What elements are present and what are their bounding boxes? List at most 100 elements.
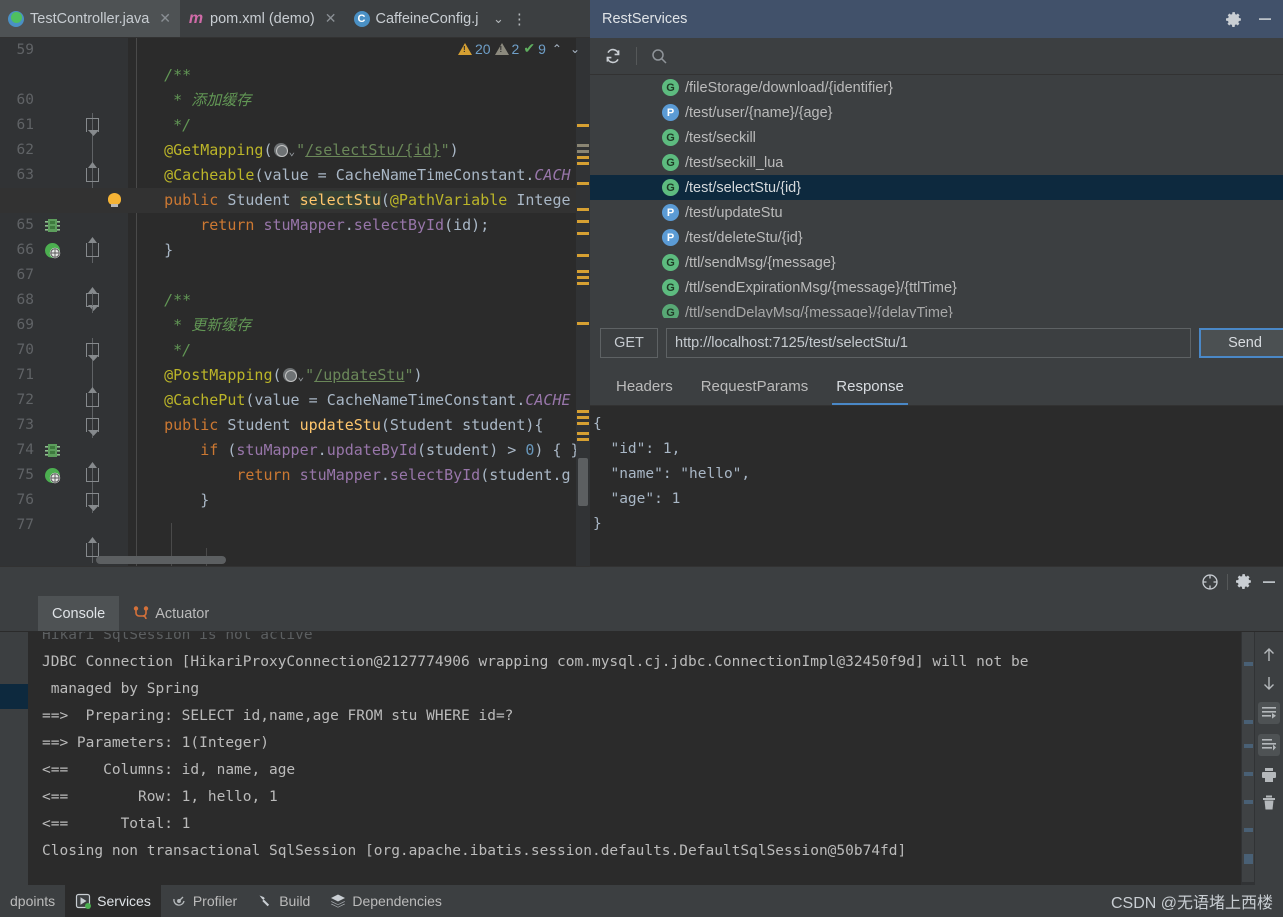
chevron-up-icon[interactable]: ⌃: [550, 42, 564, 56]
list-item[interactable]: G /ttl/sendMsg/{message}: [590, 250, 1283, 275]
code-line[interactable]: 71 */: [0, 338, 590, 363]
minimize-icon[interactable]: [1257, 11, 1273, 27]
list-item[interactable]: P /test/user/{name}/{age}: [590, 100, 1283, 125]
code-line[interactable]: 60 /**: [0, 63, 590, 88]
services-run-icon: [75, 893, 91, 909]
java-class-icon: [354, 11, 370, 27]
console-line: JDBC Connection [HikariProxyConnection@2…: [42, 654, 1028, 670]
minimize-icon[interactable]: [1261, 574, 1277, 590]
code-lines[interactable]: private StuMapper stuMapper; 59 60 /** 6…: [0, 38, 590, 566]
list-item[interactable]: P /test/updateStu: [590, 200, 1283, 225]
list-item[interactable]: P /test/deleteStu/{id}: [590, 225, 1283, 250]
web-mapping-icon[interactable]: [44, 192, 61, 209]
code-line[interactable]: 75 if (stuMapper.updateById(student) > 0…: [0, 438, 590, 463]
http-method-select[interactable]: GET: [600, 328, 658, 358]
code-line[interactable]: 72 @PostMapping(⌄"/updateStu"): [0, 363, 590, 388]
tab-requestparams[interactable]: RequestParams: [687, 368, 823, 405]
web-mapping-icon[interactable]: [44, 417, 61, 434]
editor-marker-strip[interactable]: [576, 38, 590, 566]
rest-services-list[interactable]: G /fileStorage/download/{identifier} P /…: [590, 75, 1283, 318]
code-line[interactable]: 74 public Student updateStu(Student stud…: [0, 413, 590, 438]
console-log[interactable]: Hikari SqlSession is not active JDBC Con…: [42, 632, 1241, 865]
code-line[interactable]: 67 }: [0, 238, 590, 263]
editor-horizontal-scrollbar[interactable]: [96, 556, 226, 564]
checkmark-icon: ✔: [523, 40, 535, 57]
post-method-badge: P: [662, 104, 679, 121]
trash-icon[interactable]: [1260, 794, 1278, 812]
close-icon[interactable]: ✕: [159, 10, 171, 27]
tab-console[interactable]: Console: [38, 596, 119, 631]
scroll-to-end-icon[interactable]: [1258, 734, 1280, 756]
code-line[interactable]: 63 @GetMapping(⌄"/selectStu/{id}"): [0, 138, 590, 163]
intention-bulb-icon[interactable]: [107, 193, 122, 208]
editor-tab-caffeineconfig[interactable]: CaffeineConfig.j: [346, 0, 488, 37]
get-method-badge: G: [662, 254, 679, 271]
send-button[interactable]: Send: [1199, 328, 1283, 358]
scroll-up-icon[interactable]: [1260, 646, 1278, 664]
refresh-icon[interactable]: [598, 47, 628, 65]
close-icon[interactable]: ✕: [325, 10, 337, 27]
code-line[interactable]: 66 return stuMapper.selectById(id);: [0, 213, 590, 238]
statusbar-tab-services[interactable]: Services: [65, 885, 161, 917]
code-line[interactable]: 61 * 添加缓存: [0, 88, 590, 113]
search-icon[interactable]: [645, 48, 674, 65]
list-item[interactable]: G /fileStorage/download/{identifier}: [590, 75, 1283, 100]
statusbar-tab-label: Profiler: [193, 893, 237, 909]
response-body[interactable]: { "id": 1, "name": "hello", "age": 1 }: [590, 406, 1283, 566]
inspection-widget[interactable]: 20 2 ✔ 9 ⌃ ⌄: [458, 40, 582, 57]
code-line[interactable]: 77 }: [0, 488, 590, 513]
code-line[interactable]: 69 /**: [0, 288, 590, 313]
chevron-down-icon[interactable]: ⌄: [487, 0, 509, 37]
list-item[interactable]: G /ttl/sendExpirationMsg/{message}/{ttlT…: [590, 275, 1283, 300]
statusbar-tab-label: dpoints: [10, 893, 55, 909]
get-method-badge: G: [662, 79, 679, 96]
code-line[interactable]: 64: [0, 163, 590, 188]
tab-headers[interactable]: Headers: [602, 368, 687, 405]
console-scrollbar-thumb[interactable]: [1242, 632, 1254, 882]
soft-wrap-icon[interactable]: [1258, 702, 1280, 724]
statusbar-tab-profiler[interactable]: Profiler: [161, 885, 247, 917]
code-line[interactable]: 73: [0, 388, 590, 413]
list-item[interactable]: G /test/seckill_lua: [590, 150, 1283, 175]
tab-actuator[interactable]: Actuator: [119, 596, 223, 631]
editor-tab-testcontroller[interactable]: TestController.java ✕: [0, 0, 180, 37]
print-icon[interactable]: [1260, 766, 1278, 784]
kebab-menu-icon[interactable]: ⋮: [509, 0, 529, 37]
code-line[interactable]: 62 */: [0, 113, 590, 138]
editor-vertical-scrollbar[interactable]: [578, 458, 588, 506]
statusbar-tab-endpoints[interactable]: dpoints: [0, 885, 65, 917]
actuator-icon: [133, 606, 149, 622]
code-line[interactable]: 68: [0, 263, 590, 288]
spring-bean-icon[interactable]: [44, 392, 61, 409]
list-item[interactable]: G /ttl/sendDelayMsg/{message}/{delayTime…: [590, 300, 1283, 318]
get-method-badge: G: [662, 279, 679, 296]
response-tab-bar: Headers RequestParams Response: [590, 368, 1283, 406]
gear-icon[interactable]: [1236, 573, 1253, 590]
list-item[interactable]: G /test/seckill: [590, 125, 1283, 150]
code-area[interactable]: private StuMapper stuMapper; 59 60 /** 6…: [0, 38, 590, 566]
statusbar-tab-dependencies[interactable]: Dependencies: [320, 885, 452, 917]
ide-window: TestController.java ✕ m pom.xml (demo) ✕…: [0, 0, 1283, 917]
maven-icon: m: [188, 11, 204, 27]
chevron-down-icon[interactable]: ⌄: [568, 42, 582, 56]
code-line[interactable]: 76 return stuMapper.selectById(student.g: [0, 463, 590, 488]
tab-response[interactable]: Response: [822, 368, 918, 405]
console-scrollbar-track[interactable]: [1241, 632, 1255, 885]
build-hammer-icon: [257, 893, 273, 909]
crosshair-icon[interactable]: [1201, 573, 1219, 591]
console-output[interactable]: Hikari SqlSession is not active JDBC Con…: [0, 632, 1283, 885]
list-item-selected[interactable]: G /test/selectStu/{id}: [590, 175, 1283, 200]
statusbar-tab-build[interactable]: Build: [247, 885, 320, 917]
web-endpoint-icon[interactable]: [283, 368, 297, 382]
request-url-input[interactable]: http://localhost:7125/test/selectStu/1: [666, 328, 1191, 358]
spring-bean-icon[interactable]: [44, 167, 61, 184]
code-line[interactable]: 70 * 更新缓存: [0, 313, 590, 338]
web-endpoint-icon[interactable]: [274, 143, 288, 157]
editor-tab-pom[interactable]: m pom.xml (demo) ✕: [180, 0, 345, 37]
code-line-current[interactable]: 65 public Student selectStu(@PathVariabl…: [0, 188, 590, 213]
console-gutter: [0, 632, 28, 885]
gear-icon[interactable]: [1226, 11, 1243, 28]
console-line: ==> Preparing: SELECT id,name,age FROM s…: [42, 708, 513, 724]
warning-triangle-icon: [458, 43, 472, 55]
scroll-down-icon[interactable]: [1260, 674, 1278, 692]
